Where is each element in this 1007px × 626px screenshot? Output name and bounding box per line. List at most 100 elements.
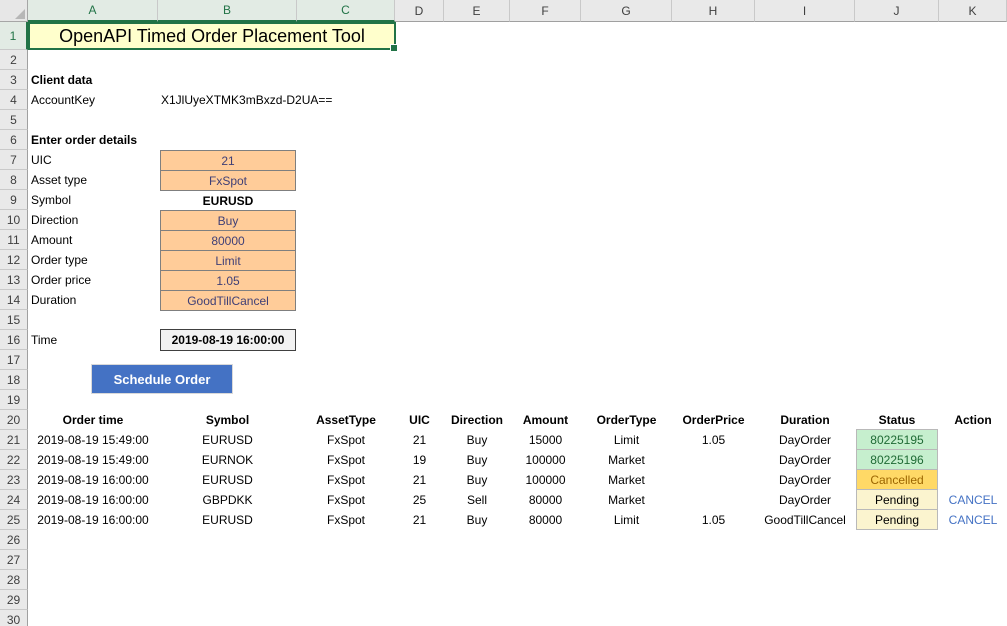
cell-status: Pending xyxy=(855,490,939,510)
row-header-20[interactable]: 20 xyxy=(0,410,28,430)
field-value-order-price[interactable]: 1.05 xyxy=(160,270,296,291)
cell-direction: Sell xyxy=(444,490,510,510)
field-label-uic: UIC xyxy=(31,150,52,170)
cancel-order-link[interactable]: CANCEL xyxy=(949,513,998,527)
field-value-order-type[interactable]: Limit xyxy=(160,250,296,271)
orders-header-status: Status xyxy=(855,410,939,430)
column-header-F[interactable]: F xyxy=(510,0,581,22)
cell-duration: DayOrder xyxy=(755,450,855,470)
title-cell[interactable]: OpenAPI Timed Order Placement Tool xyxy=(28,22,396,50)
table-row: 2019-08-19 15:49:00EURUSDFxSpot21Buy1500… xyxy=(28,430,1007,450)
row-header-21[interactable]: 21 xyxy=(0,430,28,450)
table-row: 2019-08-19 15:49:00EURNOKFxSpot19Buy1000… xyxy=(28,450,1007,470)
cell-symbol: EURUSD xyxy=(158,510,297,530)
row-header-9[interactable]: 9 xyxy=(0,190,28,210)
row-header-1[interactable]: 1 xyxy=(0,22,28,50)
row-header-14[interactable]: 14 xyxy=(0,290,28,310)
cell-direction: Buy xyxy=(444,430,510,450)
client-data-section-label: Client data xyxy=(31,70,92,90)
row-header-25[interactable]: 25 xyxy=(0,510,28,530)
row-header-3[interactable]: 3 xyxy=(0,70,28,90)
cancel-order-link[interactable]: CANCEL xyxy=(949,493,998,507)
column-header-E[interactable]: E xyxy=(444,0,510,22)
row-header-30[interactable]: 30 xyxy=(0,610,28,626)
row-header-8[interactable]: 8 xyxy=(0,170,28,190)
row-header-18[interactable]: 18 xyxy=(0,370,28,390)
field-value-direction[interactable]: Buy xyxy=(160,210,296,231)
row-header-26[interactable]: 26 xyxy=(0,530,28,550)
row-header-5[interactable]: 5 xyxy=(0,110,28,130)
column-header-C[interactable]: C xyxy=(297,0,395,22)
cell-action xyxy=(939,450,1007,470)
cell-asset-type: FxSpot xyxy=(297,450,395,470)
cell-action: CANCEL xyxy=(939,510,1007,530)
row-header-12[interactable]: 12 xyxy=(0,250,28,270)
cell-direction: Buy xyxy=(444,450,510,470)
status-badge: 80225196 xyxy=(856,449,938,470)
account-key-value[interactable]: X1JlUyeXTMK3mBxzd-D2UA== xyxy=(161,90,332,110)
cell-amount: 80000 xyxy=(510,490,581,510)
column-header-G[interactable]: G xyxy=(581,0,672,22)
select-all-triangle-icon xyxy=(15,9,25,19)
field-label-order-price: Order price xyxy=(31,270,91,290)
row-header-15[interactable]: 15 xyxy=(0,310,28,330)
cell-duration: DayOrder xyxy=(755,470,855,490)
column-header-D[interactable]: D xyxy=(395,0,444,22)
column-header-J[interactable]: J xyxy=(855,0,939,22)
status-badge: Pending xyxy=(856,489,938,510)
table-row: 2019-08-19 16:00:00EURUSDFxSpot21Buy8000… xyxy=(28,510,1007,530)
row-header-7[interactable]: 7 xyxy=(0,150,28,170)
column-header-B[interactable]: B xyxy=(158,0,297,22)
row-header-24[interactable]: 24 xyxy=(0,490,28,510)
column-header-A[interactable]: A xyxy=(28,0,158,22)
row-header-11[interactable]: 11 xyxy=(0,230,28,250)
field-label-duration: Duration xyxy=(31,290,76,310)
column-header-K[interactable]: K xyxy=(939,0,1007,22)
cell-action xyxy=(939,430,1007,450)
row-header-29[interactable]: 29 xyxy=(0,590,28,610)
selection-handle[interactable] xyxy=(390,44,398,52)
table-row: 2019-08-19 16:00:00EURUSDFxSpot21Buy1000… xyxy=(28,470,1007,490)
row-header-2[interactable]: 2 xyxy=(0,50,28,70)
field-value-asset-type[interactable]: FxSpot xyxy=(160,170,296,191)
field-label-order-type: Order type xyxy=(31,250,88,270)
cell-order-type: Market xyxy=(581,470,672,490)
cell-amount: 15000 xyxy=(510,430,581,450)
column-header-I[interactable]: I xyxy=(755,0,855,22)
row-header-4[interactable]: 4 xyxy=(0,90,28,110)
cell-order-time: 2019-08-19 16:00:00 xyxy=(28,490,158,510)
cell-symbol: EURUSD xyxy=(158,430,297,450)
time-value-cell[interactable]: 2019-08-19 16:00:00 xyxy=(160,329,296,351)
column-header-H[interactable]: H xyxy=(672,0,755,22)
field-value-amount[interactable]: 80000 xyxy=(160,230,296,251)
order-details-section-label: Enter order details xyxy=(31,130,137,150)
spreadsheet: ABCDEFGHIJK 1234567891011121314151617181… xyxy=(0,0,1007,626)
field-value-duration[interactable]: GoodTillCancel xyxy=(160,290,296,311)
row-header-19[interactable]: 19 xyxy=(0,390,28,410)
field-value-uic[interactable]: 21 xyxy=(160,150,296,171)
row-header-23[interactable]: 23 xyxy=(0,470,28,490)
row-header-13[interactable]: 13 xyxy=(0,270,28,290)
orders-table: Order timeSymbolAssetTypeUICDirectionAmo… xyxy=(28,410,1007,530)
row-header-27[interactable]: 27 xyxy=(0,550,28,570)
cell-asset-type: FxSpot xyxy=(297,430,395,450)
field-value-symbol[interactable]: EURUSD xyxy=(160,190,296,211)
cell-amount: 100000 xyxy=(510,450,581,470)
row-header-16[interactable]: 16 xyxy=(0,330,28,350)
cell-direction: Buy xyxy=(444,470,510,490)
row-header-28[interactable]: 28 xyxy=(0,570,28,590)
orders-header-symbol: Symbol xyxy=(158,410,297,430)
select-all-corner[interactable] xyxy=(0,0,28,22)
cell-status: 80225196 xyxy=(855,450,939,470)
cell-status: Cancelled xyxy=(855,470,939,490)
cell-direction: Buy xyxy=(444,510,510,530)
row-header-10[interactable]: 10 xyxy=(0,210,28,230)
cell-order-time: 2019-08-19 15:49:00 xyxy=(28,450,158,470)
row-header-17[interactable]: 17 xyxy=(0,350,28,370)
schedule-order-button[interactable]: Schedule Order xyxy=(92,365,232,393)
cell-order-price xyxy=(672,490,755,510)
column-headers: ABCDEFGHIJK xyxy=(28,0,1007,22)
cell-order-type: Limit xyxy=(581,510,672,530)
row-header-22[interactable]: 22 xyxy=(0,450,28,470)
row-header-6[interactable]: 6 xyxy=(0,130,28,150)
